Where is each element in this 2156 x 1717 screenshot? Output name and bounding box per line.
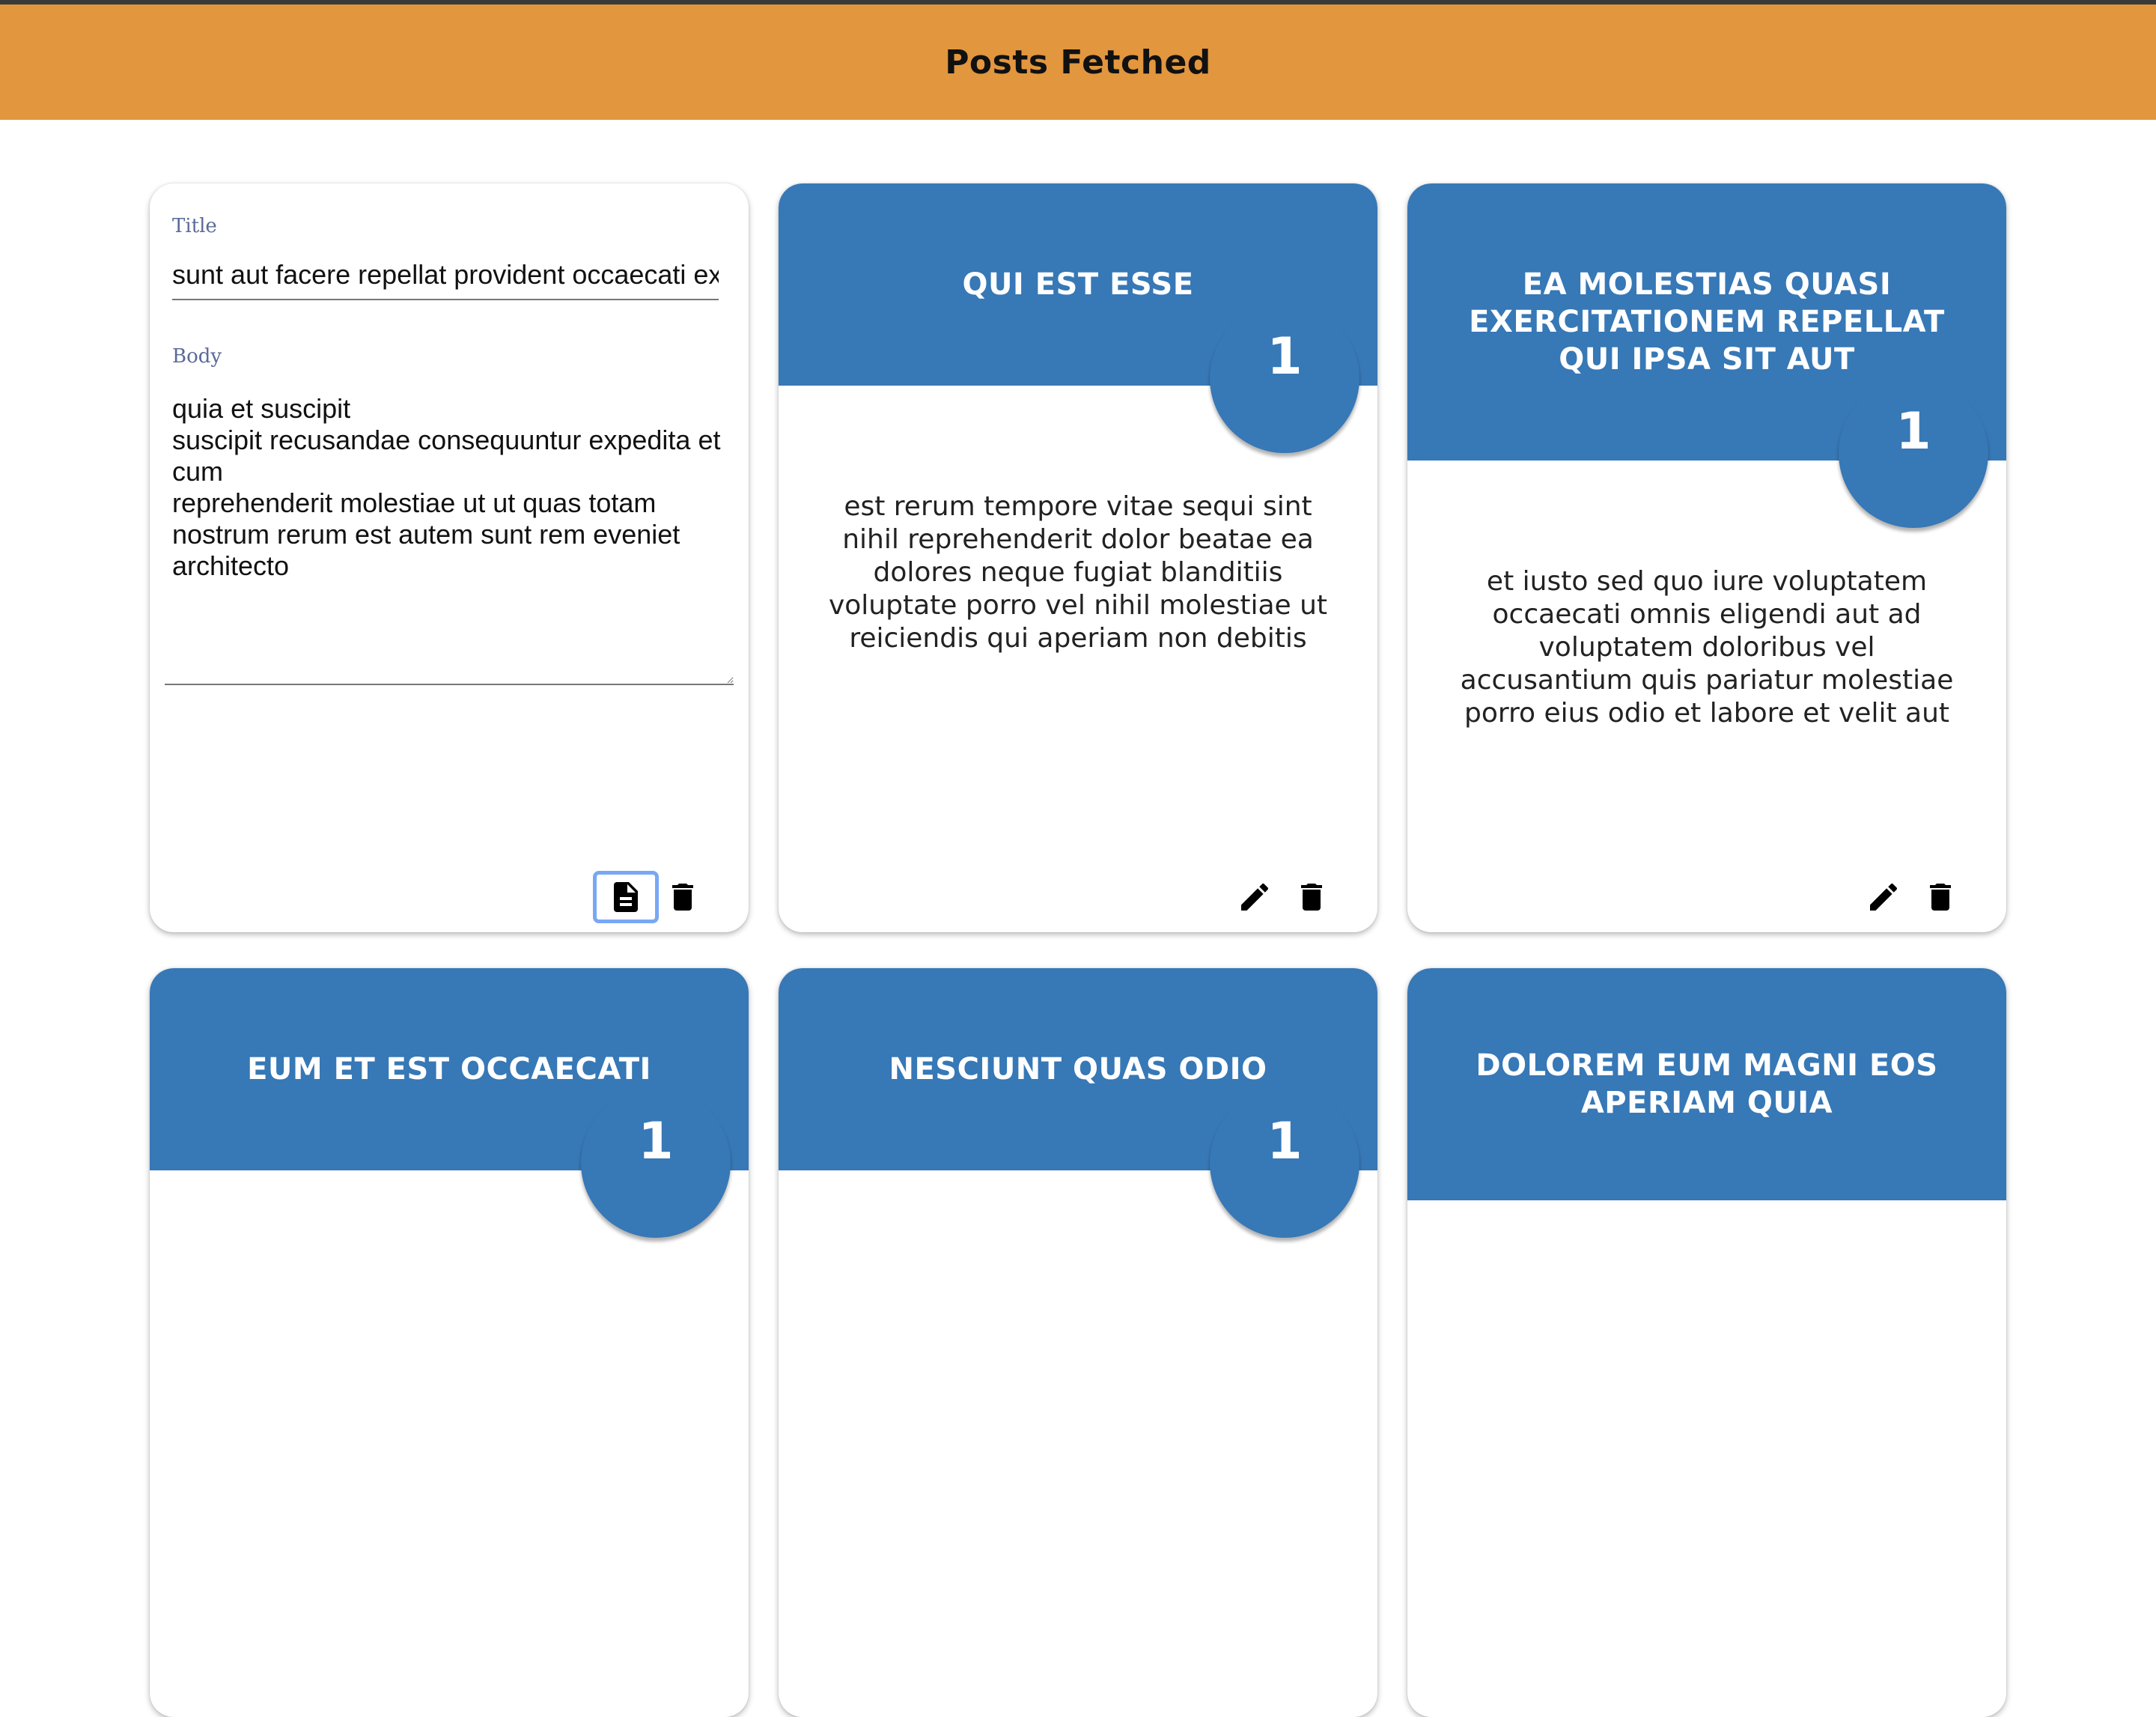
post-card: dolorem eum magni eos aperiam quia bbox=[1407, 968, 2006, 1717]
user-id-badge: 1 bbox=[581, 1088, 731, 1238]
save-button[interactable] bbox=[593, 871, 659, 923]
title-input[interactable] bbox=[172, 251, 719, 300]
user-id-badge: 1 bbox=[1210, 1088, 1359, 1238]
delete-button[interactable] bbox=[1289, 875, 1334, 920]
post-card: qui est esse 1 est rerum tempore vitae s… bbox=[779, 183, 1377, 932]
body-textarea[interactable]: quia et suscipit suscipit recusandae con… bbox=[165, 386, 734, 685]
user-id-badge: 1 bbox=[1210, 303, 1359, 453]
user-id: 1 bbox=[1895, 402, 1931, 461]
delete-button[interactable] bbox=[1918, 875, 1963, 920]
pencil-icon bbox=[1241, 883, 1269, 911]
card-body-text: et iusto sed quo iure voluptatem occaeca… bbox=[1460, 566, 1954, 729]
post-card: ea molestias quasi exercitationem repell… bbox=[1407, 183, 2006, 932]
card-title: eum et est occaecati bbox=[247, 1052, 651, 1087]
card-title: qui est esse bbox=[962, 267, 1194, 302]
trash-icon bbox=[672, 884, 693, 911]
edit-button[interactable] bbox=[1861, 875, 1906, 920]
page-header: Posts Fetched bbox=[0, 4, 2156, 120]
trash-icon bbox=[1930, 884, 1951, 911]
page-title: Posts Fetched bbox=[945, 43, 1211, 82]
document-icon bbox=[614, 882, 638, 912]
edit-button[interactable] bbox=[1232, 875, 1277, 920]
card-title: dolorem eum magni eos aperiam quia bbox=[1476, 1048, 1938, 1120]
post-card: nesciunt quas odio 1 bbox=[779, 968, 1377, 1717]
user-id: 1 bbox=[1267, 1112, 1303, 1171]
post-card-edit: Title Body quia et suscipit suscipit rec… bbox=[150, 183, 749, 932]
pencil-icon bbox=[1870, 883, 1898, 911]
trash-icon bbox=[1301, 884, 1322, 911]
user-id: 1 bbox=[638, 1112, 674, 1171]
post-card: eum et est occaecati 1 bbox=[150, 968, 749, 1717]
card-title: ea molestias quasi exercitationem repell… bbox=[1469, 267, 1945, 377]
user-id: 1 bbox=[1267, 327, 1303, 386]
card-title: nesciunt quas odio bbox=[889, 1052, 1267, 1087]
body-label: Body bbox=[172, 345, 222, 368]
title-label: Title bbox=[172, 215, 217, 237]
card-header: dolorem eum magni eos aperiam quia bbox=[1407, 968, 2006, 1200]
card-body-text: est rerum tempore vitae sequi sint nihil… bbox=[828, 491, 1328, 657]
user-id-badge: 1 bbox=[1839, 378, 1988, 528]
delete-button[interactable] bbox=[660, 875, 705, 920]
